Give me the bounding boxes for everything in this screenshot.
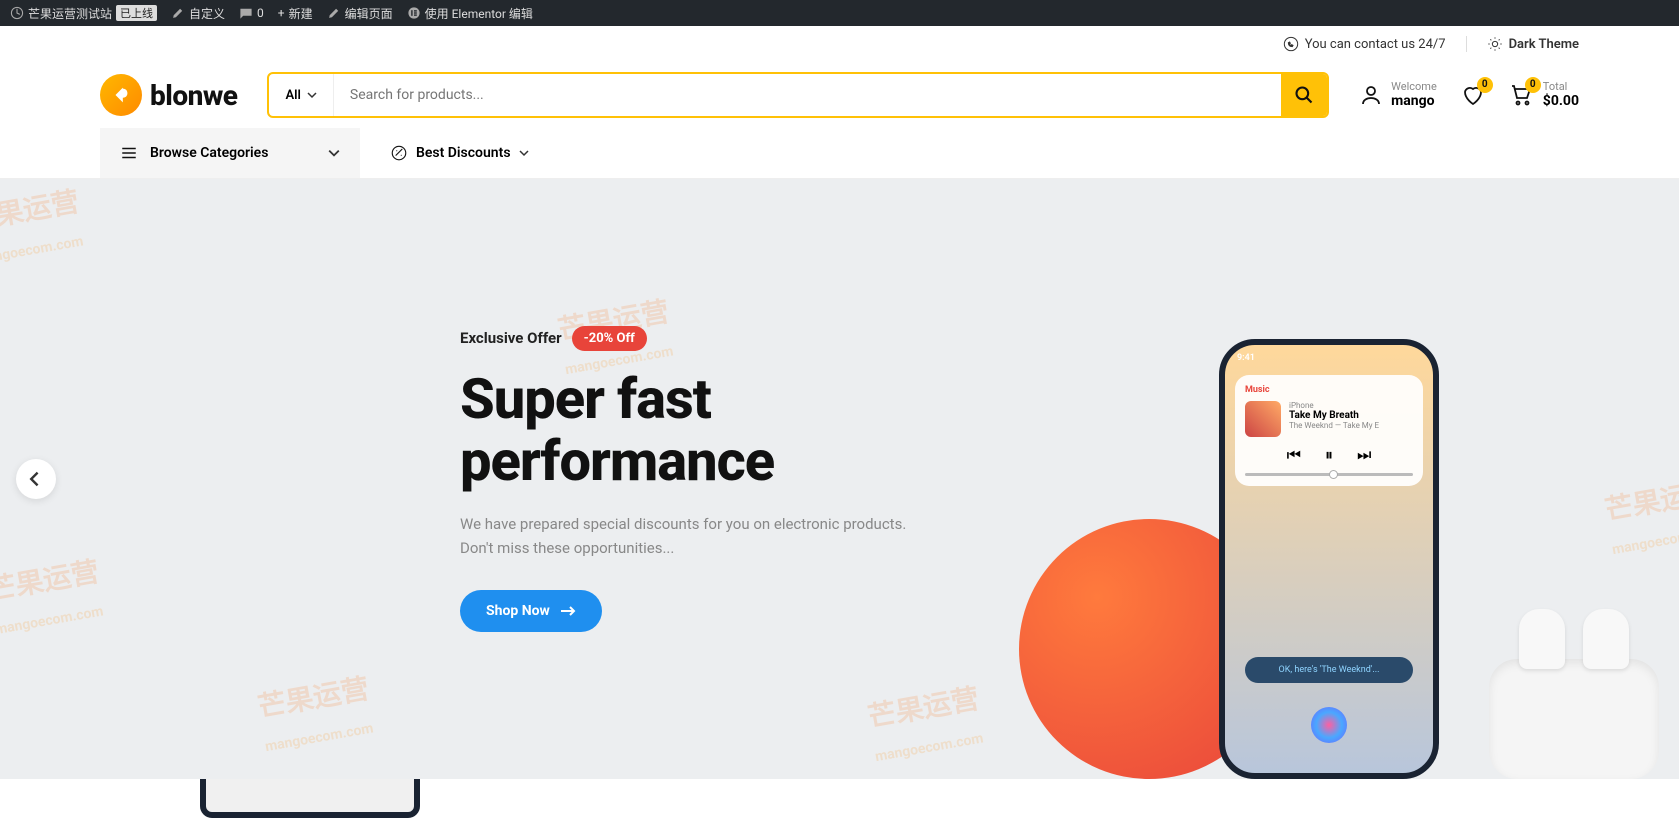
wp-new-link[interactable]: + 新建 — [278, 5, 313, 22]
cart-button[interactable]: 0 Total $0.00 — [1509, 80, 1579, 110]
airpods-illustration — [1489, 659, 1659, 779]
plus-icon: + — [278, 6, 285, 20]
hero-tag: Exclusive Offer -20% Off — [460, 326, 940, 351]
siri-orb-icon — [1311, 707, 1347, 743]
search-bar: All — [267, 72, 1329, 118]
user-icon — [1359, 83, 1383, 107]
phone-time: 9:41 — [1237, 353, 1255, 363]
phone-icon — [1283, 36, 1299, 52]
search-button[interactable] — [1281, 74, 1327, 116]
wishlist-count: 0 — [1477, 77, 1493, 93]
dashboard-icon — [10, 6, 24, 20]
iphone-illustration: 9:41 Music iPhone Take My Breath The Wee… — [1219, 339, 1439, 779]
hero-title: Super fast performance — [460, 369, 940, 492]
account-name: mango — [1391, 93, 1437, 110]
wp-site-name: 芒果运营测试站 — [28, 5, 112, 22]
watermark: 芒果运营mangoecom.com — [865, 677, 988, 768]
pencil-icon — [327, 6, 341, 20]
contact-text: You can contact us 24/7 — [1305, 37, 1446, 52]
best-discounts-link[interactable]: Best Discounts — [390, 144, 529, 162]
chevron-down-icon — [328, 147, 340, 159]
logo-text: blonwe — [150, 79, 237, 112]
hero-product-image: 9:41 Music iPhone Take My Breath The Wee… — [1019, 299, 1679, 779]
song-title: Take My Breath — [1289, 410, 1379, 421]
chevron-down-icon — [519, 148, 529, 158]
brush-icon — [171, 6, 185, 20]
watermark: 芒果运营mangoecom.com — [0, 550, 108, 641]
search-category-dropdown[interactable]: All — [269, 74, 333, 116]
hero-tag-text: Exclusive Offer — [460, 329, 562, 347]
hero-slider: Exclusive Offer -20% Off Super fast perf… — [0, 179, 1679, 779]
welcome-label: Welcome — [1391, 80, 1437, 93]
utility-bar: You can contact us 24/7 0 800 300-353 Da… — [0, 26, 1679, 62]
search-input[interactable] — [334, 74, 1281, 116]
theme-toggle[interactable]: Dark Theme — [1487, 36, 1579, 52]
shop-now-button[interactable]: Shop Now — [460, 590, 602, 632]
comment-icon — [239, 6, 253, 20]
playback-controls: ⏮ ⏸ ⏭ — [1245, 445, 1413, 465]
chevron-down-icon — [307, 90, 317, 100]
arrow-right-icon — [560, 605, 576, 617]
slider-prev-button[interactable] — [16, 459, 56, 499]
wp-comments-link[interactable]: 0 — [239, 6, 264, 20]
album-art — [1245, 401, 1281, 437]
hero-content: Exclusive Offer -20% Off Super fast perf… — [460, 326, 940, 632]
discount-icon — [390, 144, 408, 162]
elementor-icon — [407, 6, 421, 20]
song-artist: The Weeknd — Take My E — [1289, 421, 1379, 430]
siri-response: OK, here's 'The Weeknd'... — [1245, 657, 1413, 683]
wp-customize-link[interactable]: 自定义 — [171, 5, 225, 22]
logo-mark — [100, 74, 142, 116]
next-track-icon: ⏭ — [1357, 445, 1371, 465]
wishlist-button[interactable]: 0 — [1461, 83, 1485, 107]
hero-description: We have prepared special discounts for y… — [460, 512, 940, 560]
divider — [1466, 36, 1467, 52]
music-app-label: Music — [1245, 385, 1413, 395]
wp-status-badge: 已上线 — [116, 5, 157, 21]
menu-icon — [120, 144, 138, 162]
header-links: Welcome mango 0 0 Total $0.00 — [1359, 80, 1579, 110]
sun-icon — [1487, 36, 1503, 52]
wp-elementor-link[interactable]: 使用 Elementor 编辑 — [407, 5, 533, 22]
watermark: 芒果运营mangoecom.com — [0, 180, 88, 271]
nav-row: Browse Categories Best Discounts — [0, 128, 1679, 179]
chevron-left-icon — [28, 471, 44, 487]
prev-track-icon: ⏮ — [1287, 445, 1301, 465]
hero-discount-badge: -20% Off — [572, 326, 647, 351]
watermark: 芒果运营mangoecom.com — [255, 667, 378, 758]
wp-site-link[interactable]: 芒果运营测试站 已上线 — [10, 5, 157, 22]
main-header: blonwe All Welcome mango 0 0 — [0, 62, 1679, 128]
contact-info: You can contact us 24/7 0 800 300-353 — [1283, 36, 1446, 52]
pause-icon: ⏸ — [1325, 445, 1333, 465]
cart-total-label: Total — [1543, 80, 1579, 93]
cart-count: 0 — [1525, 77, 1541, 93]
wp-admin-bar: 芒果运营测试站 已上线 自定义 0 + 新建 编辑页面 使用 Elementor… — [0, 0, 1679, 26]
cart-total: $0.00 — [1543, 93, 1579, 110]
wp-edit-page-link[interactable]: 编辑页面 — [327, 5, 393, 22]
logo[interactable]: blonwe — [100, 74, 237, 116]
music-widget: Music iPhone Take My Breath The Weeknd —… — [1235, 375, 1423, 486]
browse-categories-dropdown[interactable]: Browse Categories — [100, 128, 360, 178]
search-icon — [1294, 85, 1314, 105]
account-link[interactable]: Welcome mango — [1359, 80, 1437, 110]
